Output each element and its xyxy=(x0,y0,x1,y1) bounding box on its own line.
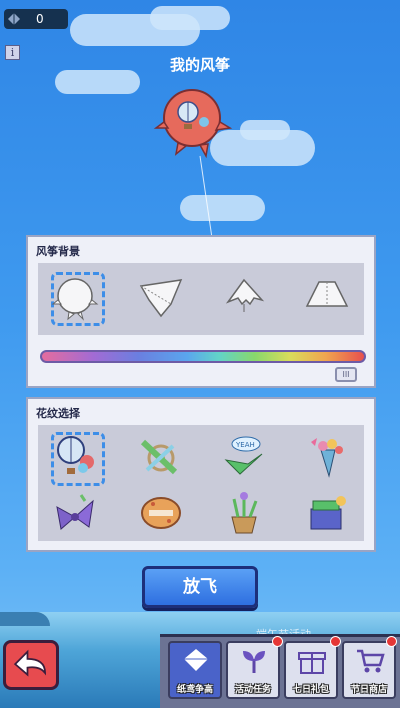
nav-event-tasks[interactable]: 活动任务 xyxy=(226,641,280,699)
svg-text:YEAH: YEAH xyxy=(235,441,255,449)
kite-icon xyxy=(184,649,208,671)
shape-trapezoid[interactable] xyxy=(301,270,353,322)
pattern-cookie[interactable] xyxy=(135,487,187,539)
cart-icon xyxy=(357,649,385,673)
yeah-ribbon-icon: YEAH xyxy=(224,436,263,475)
background-panel-title: 风筝背景 xyxy=(36,245,80,258)
pattern-gift-box[interactable] xyxy=(301,487,353,539)
fly-button[interactable]: 放飞 xyxy=(142,566,258,608)
island-silhouette xyxy=(0,612,50,626)
nav-kite-contest[interactable]: 纸鸢争高 xyxy=(168,641,222,699)
shape-bat[interactable] xyxy=(218,270,270,322)
coin-counter: 0 xyxy=(4,9,68,29)
notification-badge xyxy=(330,636,341,647)
diamond-kite-shape-icon xyxy=(139,279,183,318)
ship-wheel-icon xyxy=(140,439,178,475)
round-kite-shape-icon xyxy=(51,278,99,321)
hot-air-balloon-icon xyxy=(57,436,94,474)
notification-badge xyxy=(386,636,397,647)
pattern-yeah-ribbon[interactable]: YEAH xyxy=(218,430,270,482)
pattern-flower-bouquet[interactable] xyxy=(301,430,353,482)
pattern-ship-wheel[interactable] xyxy=(135,430,187,482)
trapezoid-kite-shape-icon xyxy=(305,281,349,307)
gift-box-icon xyxy=(310,496,346,530)
coin-count: 0 xyxy=(36,12,44,26)
cookie-icon xyxy=(141,497,181,529)
color-slider[interactable] xyxy=(40,350,366,363)
notification-badge xyxy=(272,636,283,647)
nav-label: 七日礼包 xyxy=(292,685,329,695)
shape-round[interactable] xyxy=(49,270,101,322)
purple-bow-icon xyxy=(56,494,94,530)
cloud-decoration xyxy=(150,6,230,30)
kite-currency-icon xyxy=(8,13,20,25)
flower-bouquet-icon xyxy=(311,438,343,478)
pattern-purple-bow[interactable] xyxy=(49,487,101,539)
nav-label: 节日商店 xyxy=(350,685,387,695)
flower-pot-icon xyxy=(231,492,258,534)
bat-kite-shape-icon xyxy=(225,278,265,312)
kite-preview xyxy=(153,89,233,238)
nav-seven-day-pack[interactable]: 七日礼包 xyxy=(284,641,338,699)
kite-background-panel: 风筝背景 III xyxy=(26,235,376,388)
nav-festival-shop[interactable]: 节日商店 xyxy=(342,641,396,699)
gift-icon xyxy=(298,652,326,674)
page-title: 我的风筝 xyxy=(169,56,230,74)
pattern-panel: 花纹选择 YEAH xyxy=(26,397,376,552)
pattern-flower-pot[interactable] xyxy=(218,487,270,539)
shape-diamond[interactable] xyxy=(135,270,187,322)
back-arrow-icon xyxy=(13,649,46,677)
pattern-panel-title: 花纹选择 xyxy=(36,407,80,420)
pattern-hot-air-balloon[interactable] xyxy=(49,430,101,482)
sprout-icon xyxy=(243,651,265,673)
back-button[interactable] xyxy=(3,640,59,690)
nav-label: 活动任务 xyxy=(234,685,271,695)
nav-label: 纸鸢争高 xyxy=(176,685,213,695)
color-slider-handle[interactable]: III xyxy=(335,367,357,382)
